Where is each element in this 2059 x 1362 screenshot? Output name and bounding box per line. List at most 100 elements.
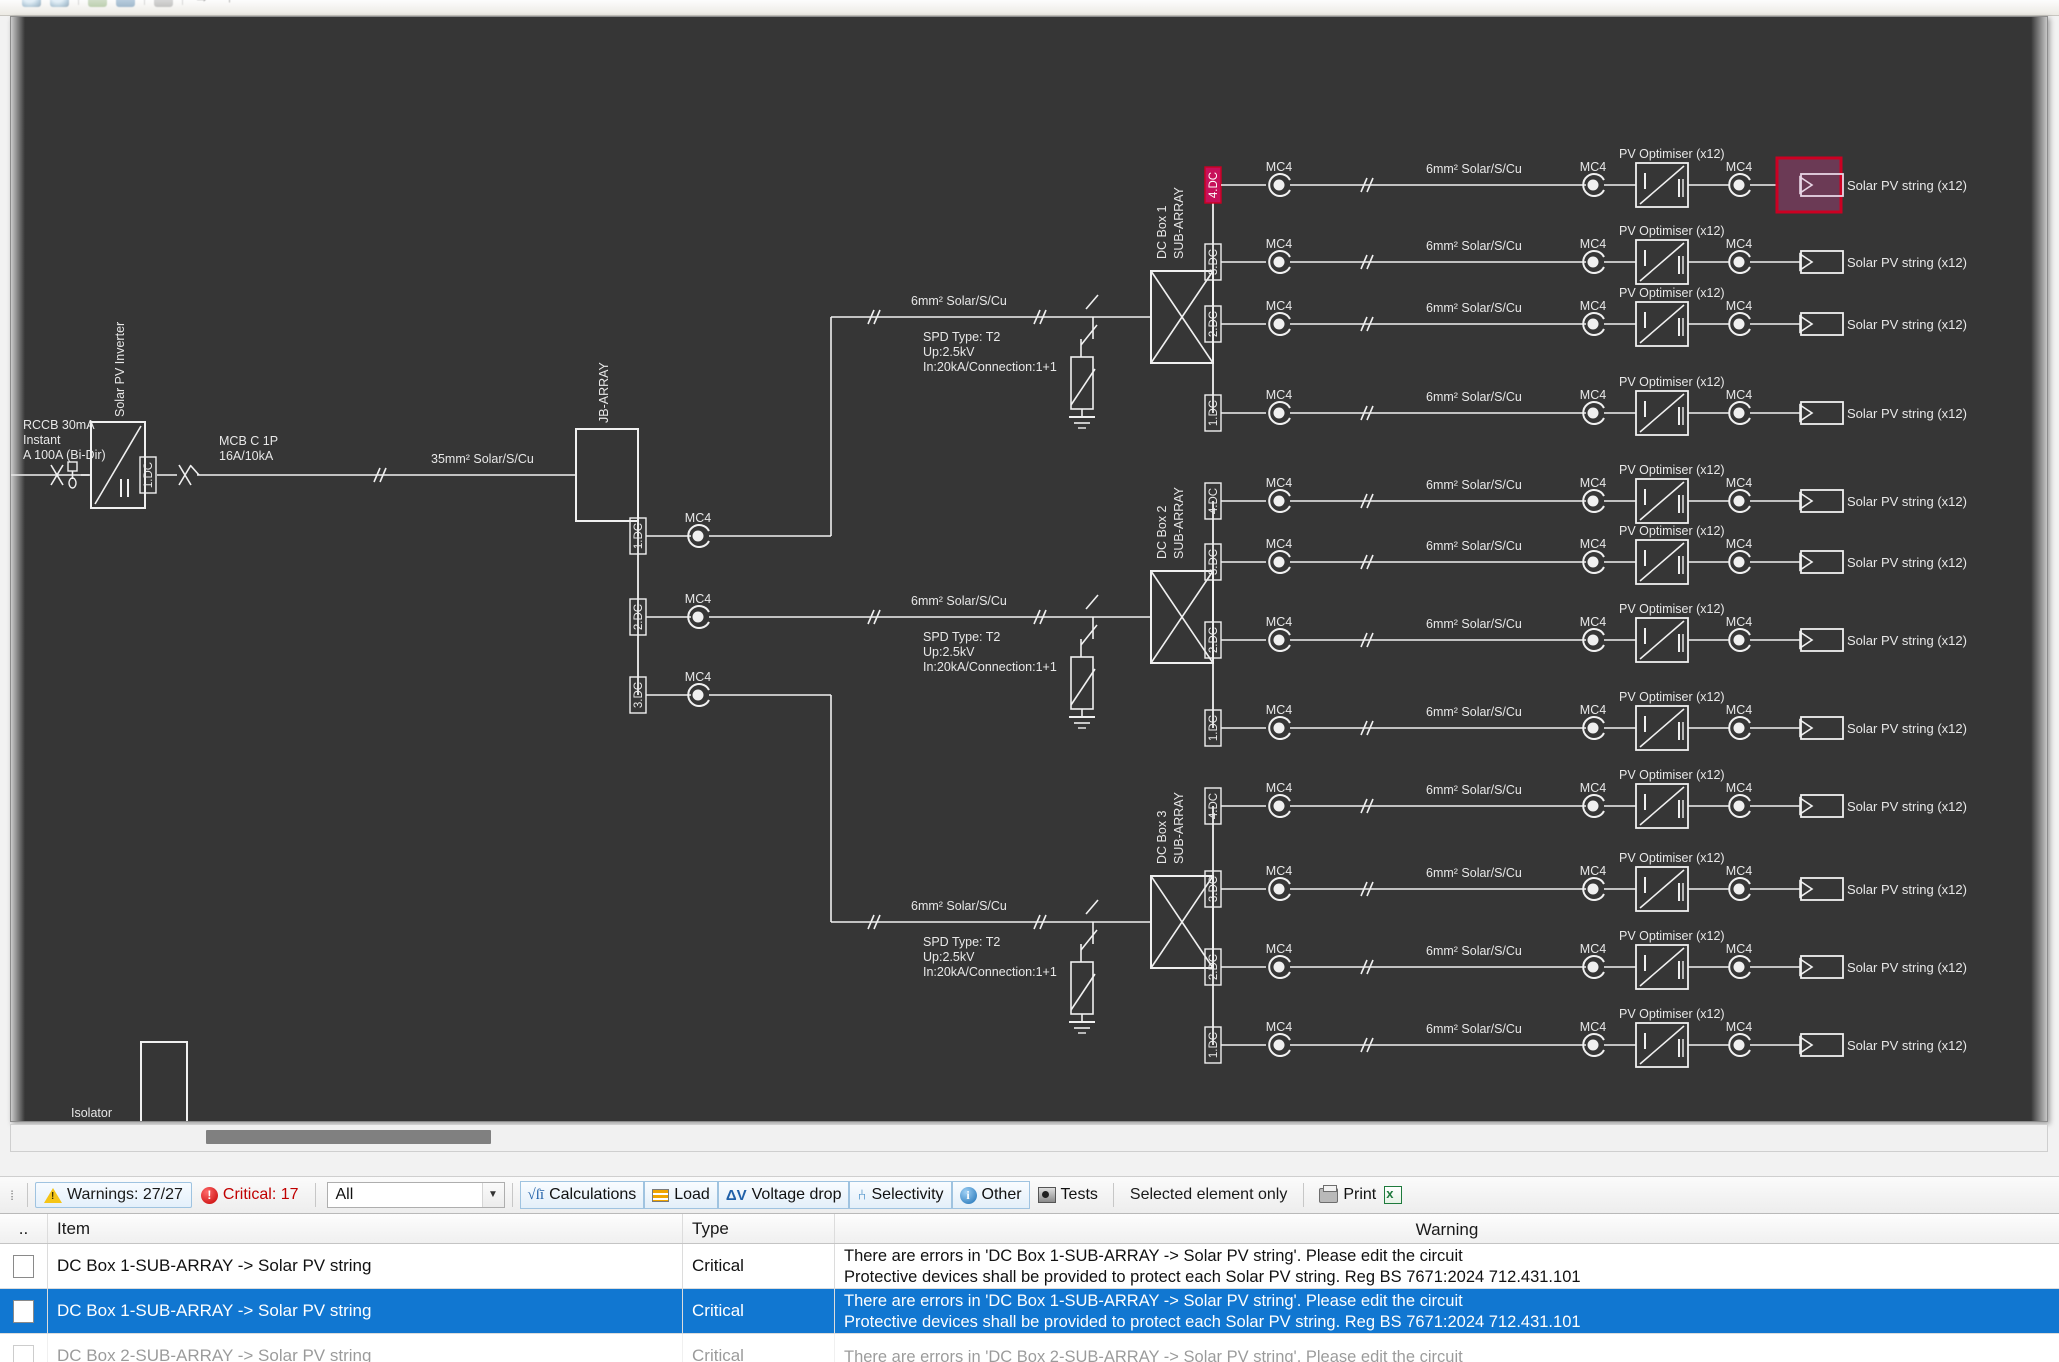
terminal-3.DC[interactable]: 3.DC — [1204, 870, 1222, 908]
mc4-connector[interactable]: MC4 — [1266, 388, 1292, 425]
zoom-in-icon[interactable] — [22, 0, 41, 7]
mc4-connector[interactable]: MC4 — [1726, 615, 1752, 652]
mc4-connector[interactable]: MC4 — [1580, 237, 1606, 274]
mc4-connector[interactable]: MC4 — [1580, 388, 1606, 425]
terminal-1.DC[interactable]: 1.DC — [139, 456, 157, 494]
mcb-device[interactable]: MCB C 1P16A/10kA — [178, 434, 278, 486]
tab-load[interactable]: Load — [644, 1181, 718, 1209]
mc4-connector[interactable]: MC4 — [1580, 476, 1606, 513]
excel-export-icon[interactable] — [1384, 1186, 1403, 1204]
terminal-4.DC[interactable]: 4.DC — [1204, 166, 1222, 204]
column-header-type[interactable]: Type — [683, 1214, 835, 1243]
mc4-connector[interactable]: MC4 — [1580, 864, 1606, 901]
mc4-connector[interactable]: MC4 — [1266, 299, 1292, 336]
mc4-connector[interactable]: MC4 — [1266, 476, 1292, 513]
cut-icon[interactable] — [154, 0, 173, 7]
table-row[interactable]: DC Box 1-SUB-ARRAY -> Solar PV string Cri… — [0, 1289, 2059, 1334]
terminal-2.DC[interactable]: 2.DC — [1204, 948, 1222, 986]
terminal-1.DC[interactable]: 1.DC — [1204, 394, 1222, 432]
mc4-connector[interactable]: MC4 — [1580, 537, 1606, 574]
mc4-connector[interactable]: MC4 — [1726, 537, 1752, 574]
terminal-3.DC[interactable]: 3.DC — [1204, 243, 1222, 281]
mc4-connector[interactable]: MC4 — [1580, 1020, 1606, 1057]
schematic-canvas[interactable]: RCCB 30mA Instant A 100A (Bi-Dir) Solar PV … — [10, 16, 2048, 1122]
mc4-connector[interactable]: MC4 — [685, 592, 711, 629]
mc4-connector[interactable]: MC4 — [1726, 388, 1752, 425]
mc4-connector[interactable]: MC4 — [1726, 299, 1752, 336]
solar-pv-inverter[interactable]: Solar PV Inverter — [90, 322, 146, 509]
scrollbar-thumb[interactable] — [206, 1130, 491, 1144]
terminal-2.DC[interactable]: 2.DC — [1204, 621, 1222, 659]
mc4-connector[interactable]: MC4 — [1266, 864, 1292, 901]
row-checkbox-cell[interactable] — [0, 1334, 48, 1362]
mc4-connector[interactable]: MC4 — [1580, 942, 1606, 979]
terminal-1.DC[interactable]: 1.DC — [1204, 1026, 1222, 1064]
mc4-connector[interactable]: MC4 — [1726, 864, 1752, 901]
mc4-connector[interactable]: MC4 — [685, 670, 711, 707]
mc4-connector[interactable]: MC4 — [1266, 237, 1292, 274]
mc4-connector[interactable]: MC4 — [1266, 537, 1292, 574]
terminal-2.DC[interactable]: 2.DC — [1204, 305, 1222, 343]
image-icon[interactable] — [88, 0, 107, 7]
critical-count-chip[interactable]: ! Critical: 17 — [192, 1182, 308, 1208]
mc4-connector[interactable]: MC4 — [1726, 237, 1752, 274]
table-row[interactable]: DC Box 1-SUB-ARRAY -> Solar PV string Cri… — [0, 1244, 2059, 1289]
isolator-symbol[interactable]: Isolator — [71, 1041, 188, 1122]
warning-filter-select[interactable]: All ▼ — [326, 1182, 505, 1208]
selected-element-only-button[interactable]: Selected element only — [1121, 1182, 1296, 1208]
mc4-connector[interactable]: MC4 — [1266, 942, 1292, 979]
mc4-connector[interactable]: MC4 — [1580, 160, 1606, 197]
warnings-count-chip[interactable]: Warnings: 27/27 — [35, 1182, 192, 1208]
terminal-2.DC[interactable]: 2.DC — [629, 598, 647, 636]
mc4-pin — [1587, 800, 1599, 812]
terminal-1.DC[interactable]: 1.DC — [1204, 709, 1222, 747]
mc4-connector[interactable]: MC4 — [1580, 615, 1606, 652]
terminal-3.DC[interactable]: 3.DC — [1204, 543, 1222, 581]
rccb-device[interactable]: RCCB 30mAInstantA 100A (Bi-Dir) — [23, 418, 106, 489]
terminal-4.DC[interactable]: 4.DC — [1204, 787, 1222, 825]
tab-tests[interactable]: Tests — [1030, 1181, 1106, 1209]
print-button[interactable]: Print — [1311, 1181, 1384, 1209]
mc4-connector[interactable]: MC4 — [1726, 476, 1752, 513]
row-checkbox-cell[interactable] — [0, 1244, 48, 1288]
tab-other[interactable]: i Other — [951, 1181, 1030, 1209]
terminal-1.DC[interactable]: 1.DC — [629, 517, 647, 555]
mc4-connector[interactable]: MC4 — [1580, 299, 1606, 336]
properties-icon[interactable] — [116, 0, 135, 7]
terminal-3.DC[interactable]: 3.DC — [629, 676, 647, 714]
mc4-connector[interactable]: MC4 — [1266, 703, 1292, 740]
column-header-item[interactable]: Item — [48, 1214, 683, 1243]
feeder-cable-label: 6mm² Solar/S/Cu — [911, 294, 1007, 308]
terminal-4.DC[interactable]: 4.DC — [1204, 482, 1222, 520]
mc4-connector[interactable]: MC4 — [1266, 1020, 1292, 1057]
column-header-warning[interactable]: Warning — [835, 1214, 2059, 1243]
mc4-connector[interactable]: MC4 — [1266, 781, 1292, 818]
panel-drag-handle[interactable]: ⁞ — [4, 1182, 20, 1208]
mc4-connector[interactable]: MC4 — [1266, 615, 1292, 652]
mc4-connector[interactable]: MC4 — [1726, 703, 1752, 740]
tab-calculations[interactable]: √ſī Calculations — [519, 1181, 645, 1209]
arrow-right-icon[interactable]: → — [192, 0, 211, 7]
row-checkbox[interactable] — [13, 1299, 34, 1323]
tab-voltage-drop[interactable]: ΔV Voltage drop — [717, 1181, 850, 1209]
row-checkbox-cell[interactable] — [0, 1289, 48, 1333]
spd-line3: In:20kA/Connection:1+1 — [923, 360, 1057, 374]
row-checkbox[interactable] — [13, 1344, 34, 1362]
mc4-connector[interactable]: MC4 — [1726, 781, 1752, 818]
chevron-down-icon[interactable]: ▼ — [481, 1183, 504, 1207]
mc4-connector[interactable]: MC4 — [1726, 160, 1752, 197]
mc4-connector[interactable]: MC4 — [1726, 1020, 1752, 1057]
mc4-connector[interactable]: MC4 — [1580, 703, 1606, 740]
warnings-table[interactable]: .. Item Type Warning DC Box 1-SUB-ARRAY … — [0, 1214, 2059, 1362]
mc4-connector[interactable]: MC4 — [1580, 781, 1606, 818]
table-row[interactable]: DC Box 2-SUB-ARRAY -> Solar PV string Cri… — [0, 1334, 2059, 1362]
zoom-out-icon[interactable] — [50, 0, 69, 7]
mc4-label: MC4 — [1266, 537, 1292, 551]
tab-selectivity[interactable]: ⑃ Selectivity — [849, 1181, 952, 1209]
mc4-connector[interactable]: MC4 — [685, 511, 711, 548]
row-checkbox[interactable] — [13, 1254, 34, 1278]
mc4-connector[interactable]: MC4 — [1266, 160, 1292, 197]
arrow-up-icon[interactable]: ↑ — [220, 0, 239, 7]
canvas-horizontal-scrollbar[interactable] — [10, 1124, 2048, 1152]
mc4-connector[interactable]: MC4 — [1726, 942, 1752, 979]
